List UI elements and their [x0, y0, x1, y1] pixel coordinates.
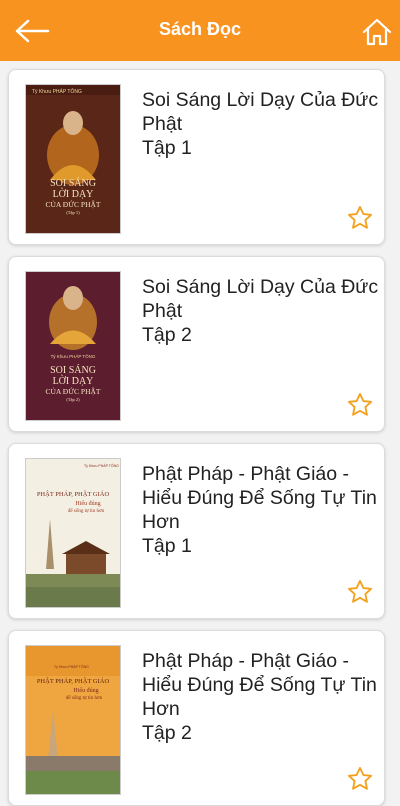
svg-text:Hiểu đúng: Hiểu đúng — [73, 687, 98, 694]
svg-text:Tỳ Khưu PHÁP TÔNG: Tỳ Khưu PHÁP TÔNG — [51, 353, 96, 359]
svg-text:CỦA ĐỨC PHẬT: CỦA ĐỨC PHẬT — [46, 386, 101, 396]
svg-text:Hiểu đúng: Hiểu đúng — [75, 500, 100, 507]
svg-text:(Tập 2): (Tập 2) — [66, 397, 80, 402]
svg-text:SOI SÁNG: SOI SÁNG — [50, 177, 96, 189]
book-volume: Tập 2 — [142, 324, 192, 346]
star-outline-icon — [347, 766, 373, 790]
star-outline-icon — [347, 205, 373, 229]
book-cover-image: Tỳ Khưu PHÁP TÔNG SOI SÁNG LỜI DẠY CỦA Đ… — [25, 84, 121, 234]
star-outline-icon — [347, 579, 373, 603]
book-card[interactable]: Tỳ Khưu PHÁP TÔNG SOI SÁNG LỜI DẠY CỦA Đ… — [8, 69, 385, 245]
svg-text:(Tập 1): (Tập 1) — [66, 210, 80, 215]
svg-text:LỜI DẠY: LỜI DẠY — [53, 188, 94, 200]
svg-text:Tỳ Khưu PHÁP TÔNG: Tỳ Khưu PHÁP TÔNG — [54, 664, 89, 669]
svg-text:để sống tự tin hơn: để sống tự tin hơn — [68, 508, 105, 514]
book-volume: Tập 2 — [142, 722, 192, 744]
book-card[interactable]: Tỳ Khưu PHÁP TÔNG SOI SÁNG LỜI DẠY CỦA Đ… — [8, 256, 385, 432]
favorite-button[interactable] — [346, 391, 374, 419]
book-volume: Tập 1 — [142, 137, 192, 159]
svg-text:LỜI DẠY: LỜI DẠY — [53, 375, 94, 387]
book-cover-image: Tỳ Khưu PHÁP TÔNG PHẬT PHÁP, PHẬT GIÁO H… — [25, 645, 121, 795]
book-title-text: Phật Pháp - Phật Giáo - Hiểu Đúng Để Sốn… — [142, 650, 377, 720]
book-title: Soi Sáng Lời Dạy Của Đức Phật Tập 1 — [142, 88, 382, 160]
svg-text:SOI SÁNG: SOI SÁNG — [50, 364, 96, 376]
book-cover-image: Tỳ Khưu PHÁP TÔNG PHẬT PHÁP, PHẬT GIÁO H… — [25, 458, 121, 608]
book-title: Phật Pháp - Phật Giáo - Hiểu Đúng Để Sốn… — [142, 649, 382, 745]
book-card[interactable]: Tỳ Khưu PHÁP TÔNG PHẬT PHÁP, PHẬT GIÁO H… — [8, 443, 385, 619]
svg-text:PHẬT PHÁP, PHẬT GIÁO: PHẬT PHÁP, PHẬT GIÁO — [37, 677, 110, 685]
book-card[interactable]: Tỳ Khưu PHÁP TÔNG PHẬT PHÁP, PHẬT GIÁO H… — [8, 630, 385, 806]
top-app-bar: Sách Đọc — [0, 0, 400, 61]
favorite-button[interactable] — [346, 578, 374, 606]
book-title-text: Phật Pháp - Phật Giáo - Hiểu Đúng Để Sốn… — [142, 463, 377, 533]
book-title: Phật Pháp - Phật Giáo - Hiểu Đúng Để Sốn… — [142, 462, 382, 558]
favorite-button[interactable] — [346, 765, 374, 793]
svg-text:Tỳ Khưu PHÁP TÔNG: Tỳ Khưu PHÁP TÔNG — [84, 463, 119, 468]
home-button[interactable] — [362, 17, 392, 47]
book-volume: Tập 1 — [142, 535, 192, 557]
svg-text:Tỳ Khưu PHÁP TÔNG: Tỳ Khưu PHÁP TÔNG — [32, 88, 82, 95]
book-title-text: Soi Sáng Lời Dạy Của Đức Phật — [142, 89, 379, 135]
svg-text:CỦA ĐỨC PHẬT: CỦA ĐỨC PHẬT — [46, 199, 101, 209]
page-title: Sách Đọc — [158, 19, 242, 39]
svg-text:PHẬT PHÁP, PHẬT GIÁO: PHẬT PHÁP, PHẬT GIÁO — [37, 490, 110, 498]
star-outline-icon — [347, 392, 373, 416]
book-title-text: Soi Sáng Lời Dạy Của Đức Phật — [142, 276, 379, 322]
svg-text:để sống tự tin hơn: để sống tự tin hơn — [66, 695, 103, 701]
book-title: Soi Sáng Lời Dạy Của Đức Phật Tập 2 — [142, 275, 382, 347]
home-icon — [362, 18, 392, 46]
favorite-button[interactable] — [346, 204, 374, 232]
book-cover-image: Tỳ Khưu PHÁP TÔNG SOI SÁNG LỜI DẠY CỦA Đ… — [25, 271, 121, 421]
